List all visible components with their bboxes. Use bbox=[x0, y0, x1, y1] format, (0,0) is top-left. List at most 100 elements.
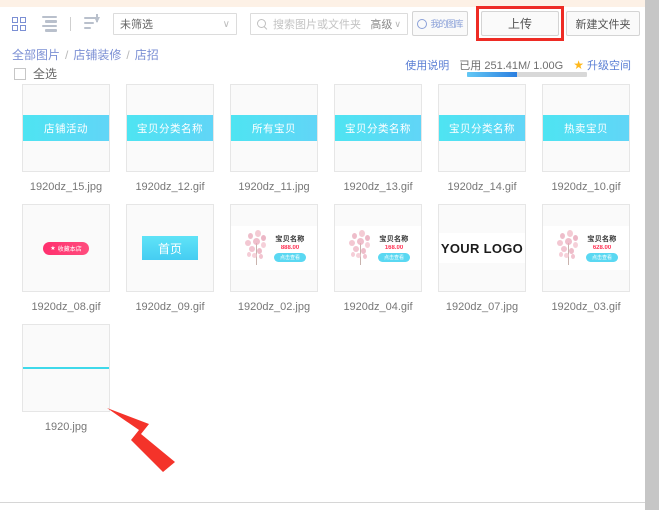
star-icon: ★ bbox=[50, 245, 56, 252]
logo-text: YOUR LOGO bbox=[440, 240, 524, 256]
filter-select[interactable]: 未筛选 ∨ bbox=[113, 13, 237, 35]
flower-graphic bbox=[554, 229, 584, 267]
image-grid-item[interactable]: 热卖宝贝 1920dz_10.gif bbox=[534, 84, 638, 193]
advanced-search-label: 高级 bbox=[370, 19, 393, 31]
new-folder-button[interactable]: 新建文件夹 bbox=[566, 11, 640, 36]
gallery-icon bbox=[417, 18, 428, 29]
thumbnail-banner-text: 宝贝分类名称 bbox=[335, 115, 421, 141]
image-filename: 1920.jpg bbox=[44, 421, 88, 433]
storage-progress-bar bbox=[467, 72, 587, 77]
search-icon bbox=[257, 18, 268, 30]
image-filename: 1920dz_09.gif bbox=[135, 301, 205, 313]
select-all-control[interactable]: 全选 bbox=[14, 65, 57, 82]
upgrade-space-label: 升级空间 bbox=[587, 60, 631, 72]
image-thumbnail[interactable]: 所有宝贝 bbox=[230, 84, 318, 172]
thumbnail-banner-text: 店铺活动 bbox=[23, 115, 109, 141]
image-grid-item[interactable]: 店铺活动 1920dz_15.jpg bbox=[14, 84, 118, 193]
thumbnail-divider-line bbox=[23, 367, 109, 369]
image-filename: 1920dz_08.gif bbox=[31, 301, 101, 313]
select-all-label: 全选 bbox=[33, 67, 58, 81]
image-thumbnail[interactable]: 宝贝名称 888.00 点击查看 bbox=[230, 204, 318, 292]
image-thumbnail[interactable]: 宝贝分类名称 bbox=[438, 84, 526, 172]
thumbnail-banner-text: 所有宝贝 bbox=[231, 115, 317, 141]
image-filename: 1920dz_10.gif bbox=[551, 181, 621, 193]
thumbnail-banner-text: 宝贝分类名称 bbox=[127, 115, 213, 141]
scrollbar-thumb[interactable] bbox=[645, 0, 659, 510]
image-grid-item[interactable]: YOUR LOGO 1920dz_07.jpg bbox=[430, 204, 534, 313]
vertical-scrollbar[interactable] bbox=[645, 0, 659, 510]
image-thumbnail[interactable] bbox=[22, 324, 110, 412]
image-filename: 1920dz_15.jpg bbox=[29, 181, 103, 193]
image-grid-item[interactable]: 宝贝分类名称 1920dz_13.gif bbox=[326, 84, 430, 193]
upload-button-highlight bbox=[476, 6, 564, 41]
image-filename: 1920dz_13.gif bbox=[343, 181, 413, 193]
image-thumbnail[interactable]: 宝贝名称 628.00 点击查看 bbox=[542, 204, 630, 292]
image-grid-item[interactable]: 宝贝名称 168.00 点击查看 1920dz_04.gif bbox=[326, 204, 430, 313]
breadcrumb-item-0[interactable]: 全部图片 bbox=[12, 46, 60, 63]
image-thumbnail[interactable]: 宝贝名称 168.00 点击查看 bbox=[334, 204, 422, 292]
product-name: 宝贝名称 bbox=[379, 236, 409, 243]
toolbar-divider bbox=[70, 16, 71, 31]
image-grid-item[interactable]: 宝贝名称 628.00 点击查看 1920dz_03.gif bbox=[534, 204, 638, 313]
new-folder-label: 新建文件夹 bbox=[575, 18, 631, 31]
product-price: 628.00 bbox=[592, 245, 612, 251]
image-filename: 1920dz_07.jpg bbox=[445, 301, 519, 313]
product-buy-button: 点击查看 bbox=[273, 253, 306, 262]
breadcrumb-separator: / bbox=[65, 47, 69, 62]
image-grid-item[interactable]: 宝贝名称 888.00 点击查看 1920dz_02.jpg bbox=[222, 204, 326, 313]
chevron-down-icon: ∨ bbox=[222, 18, 230, 30]
search-input[interactable]: 搜索图片或文件夹 bbox=[273, 16, 370, 32]
thumbnail-home-button: 首页 bbox=[142, 236, 198, 260]
image-thumbnail[interactable]: ★ 收藏本店 bbox=[22, 204, 110, 292]
chevron-down-icon: ∨ bbox=[394, 18, 401, 29]
my-gallery-label: 我的图库 bbox=[430, 19, 463, 29]
image-thumbnail[interactable]: 店铺活动 bbox=[22, 84, 110, 172]
image-thumbnail[interactable]: 热卖宝贝 bbox=[542, 84, 630, 172]
product-buy-button: 点击查看 bbox=[585, 253, 618, 262]
image-grid-row: 店铺活动 1920dz_15.jpg 宝贝分类名称 1920dz_12.gif 所有宝贝… bbox=[0, 84, 645, 193]
image-grid: 店铺活动 1920dz_15.jpg 宝贝分类名称 1920dz_12.gif 所有宝贝… bbox=[0, 84, 645, 444]
image-filename: 1920dz_11.jpg bbox=[238, 181, 310, 193]
grid-view-icon[interactable] bbox=[8, 13, 30, 35]
breadcrumb-separator: / bbox=[126, 47, 130, 62]
image-grid-item[interactable]: ★ 收藏本店 1920dz_08.gif bbox=[14, 204, 118, 313]
thumbnail-banner-text: 热卖宝贝 bbox=[543, 115, 629, 141]
image-grid-item[interactable]: 首页 1920dz_09.gif bbox=[118, 204, 222, 313]
breadcrumb-item-1[interactable]: 店铺装修 bbox=[73, 46, 121, 63]
image-filename: 1920dz_02.jpg bbox=[237, 301, 311, 313]
image-grid-item[interactable]: 宝贝分类名称 1920dz_14.gif bbox=[430, 84, 534, 193]
sort-icon[interactable] bbox=[81, 13, 103, 35]
search-box[interactable]: 搜索图片或文件夹 高级 ∨ bbox=[250, 13, 408, 35]
image-grid-row: ★ 收藏本店 1920dz_08.gif 首页 1920dz_09.gif 宝贝名称 888… bbox=[0, 204, 645, 313]
breadcrumb-item-2: 店招 bbox=[134, 48, 159, 62]
image-thumbnail[interactable]: YOUR LOGO bbox=[438, 204, 526, 292]
storage-progress-fill bbox=[467, 72, 518, 77]
usage-help-link[interactable]: 使用说明 bbox=[405, 57, 449, 73]
product-name: 宝贝名称 bbox=[587, 236, 617, 243]
image-thumbnail[interactable]: 宝贝分类名称 bbox=[126, 84, 214, 172]
breadcrumb: 全部图片 / 店铺装修 / 店招 bbox=[12, 46, 159, 63]
image-filename: 1920dz_12.gif bbox=[135, 181, 205, 193]
image-filename: 1920dz_14.gif bbox=[447, 181, 517, 193]
list-view-icon[interactable] bbox=[38, 13, 60, 35]
usage-amount-label: 已用 251.41M/ 1.00G bbox=[459, 60, 564, 72]
favorite-shop-badge: ★ 收藏本店 bbox=[43, 241, 89, 255]
image-grid-row: 1920.jpg bbox=[0, 324, 645, 433]
product-name: 宝贝名称 bbox=[275, 236, 305, 243]
star-icon: ★ bbox=[573, 58, 584, 72]
filter-select-value: 未筛选 bbox=[120, 19, 153, 31]
image-filename: 1920dz_04.gif bbox=[343, 301, 413, 313]
image-filename: 1920dz_03.gif bbox=[551, 301, 621, 313]
image-thumbnail[interactable]: 宝贝分类名称 bbox=[334, 84, 422, 172]
flower-graphic bbox=[346, 229, 376, 267]
product-buy-button: 点击查看 bbox=[377, 253, 410, 262]
image-grid-item[interactable]: 所有宝贝 1920dz_11.jpg bbox=[222, 84, 326, 193]
select-all-checkbox[interactable] bbox=[14, 67, 26, 80]
my-gallery-button[interactable]: 我的图库 bbox=[412, 11, 468, 36]
storage-usage: 使用说明 已用 251.41M/ 1.00G ★ 升级空间 bbox=[405, 57, 631, 73]
image-grid-item[interactable]: 1920.jpg bbox=[14, 324, 118, 433]
upgrade-space-link[interactable]: ★ 升级空间 bbox=[573, 57, 631, 73]
image-grid-item[interactable]: 宝贝分类名称 1920dz_12.gif bbox=[118, 84, 222, 193]
image-thumbnail[interactable]: 首页 bbox=[126, 204, 214, 292]
advanced-search-toggle[interactable]: 高级 ∨ bbox=[370, 16, 401, 32]
